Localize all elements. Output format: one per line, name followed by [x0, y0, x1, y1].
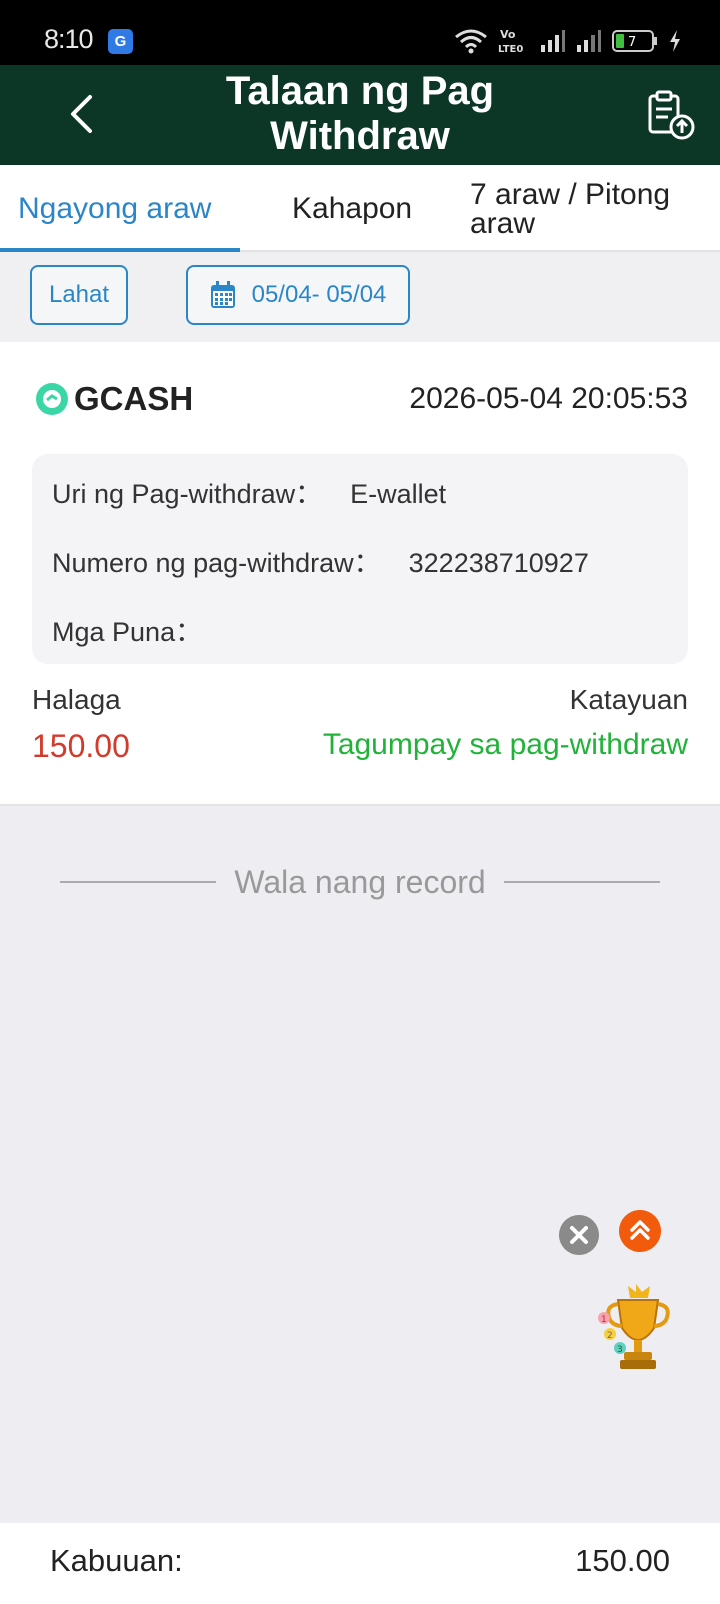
scroll-top-icon[interactable] [619, 1210, 661, 1252]
status-value: Tagumpay sa pag-withdraw [322, 728, 688, 761]
charging-icon [670, 30, 680, 52]
close-icon[interactable] [559, 1215, 599, 1255]
remarks-row: Mga Puna： [52, 610, 230, 649]
remarks-label: Mga Puna： [52, 617, 203, 647]
system-icons: Vo LTE0 7 [454, 25, 682, 57]
svg-text:7: 7 [628, 35, 636, 50]
withdraw-number-row: Numero ng pag-withdraw： 322238710927 [52, 541, 589, 580]
wifi-icon [455, 29, 487, 54]
withdraw-type-row: Uri ng Pag-withdraw： E-wallet [52, 472, 446, 511]
svg-text:LTE0: LTE0 [498, 44, 523, 55]
app-header: Talaan ng Pag Withdraw [0, 65, 720, 165]
withdraw-number-value: 322238710927 [408, 548, 589, 578]
withdraw-type-value: E-wallet [350, 479, 447, 509]
clipboard-upload-icon[interactable] [644, 89, 696, 141]
total-value: 150.00 [575, 1543, 670, 1578]
gcash-logo-icon [36, 383, 68, 415]
divider-right [503, 881, 661, 883]
svg-text:1: 1 [601, 1315, 607, 1325]
trophy-icon[interactable]: 1 2 3 [596, 1282, 678, 1372]
svg-text:Vo: Vo [500, 28, 516, 41]
record-datetime: 2026-05-04 20:05:53 [409, 382, 688, 415]
svg-text:2: 2 [607, 1331, 613, 1341]
signal-icon [541, 30, 565, 52]
tab-yesterday[interactable]: Kahapon [292, 165, 412, 252]
date-range-button[interactable]: 05/04- 05/04 [186, 265, 410, 325]
amount-label: Halaga [32, 684, 121, 715]
date-range-label: 05/04- 05/04 [251, 281, 387, 308]
filter-bar: Lahat 05/04- 05/04 [0, 252, 720, 342]
no-more-records: Wala nang record [60, 862, 661, 902]
tab-seven-days[interactable]: 7 araw / Pitong araw [470, 165, 700, 252]
divider-left [60, 881, 217, 883]
calendar-icon [210, 281, 235, 308]
status-time: 8:10 [44, 24, 94, 54]
total-bar: Kabuuan: 150.00 [0, 1523, 720, 1604]
withdraw-record-card[interactable]: GCASH 2026-05-04 20:05:53 Uri ng Pag-wit… [0, 342, 720, 806]
battery-icon: 7 [612, 30, 657, 52]
page-title: Talaan ng Pag Withdraw [225, 69, 495, 158]
all-filter-button[interactable]: Lahat [30, 265, 128, 325]
volte-icon: Vo LTE0 [498, 28, 523, 55]
date-tabs: Ngayong araw Kahapon 7 araw / Pitong ara… [0, 165, 720, 252]
status-label: Katayuan [569, 684, 688, 715]
tab-today[interactable]: Ngayong araw [18, 165, 211, 252]
no-more-records-text: Wala nang record [234, 863, 486, 900]
svg-text:3: 3 [617, 1345, 623, 1355]
g-app-icon: G [108, 29, 133, 54]
withdraw-number-label: Numero ng pag-withdraw： [52, 548, 381, 578]
provider: GCASH [36, 380, 193, 418]
total-label: Kabuuan: [50, 1543, 183, 1578]
withdraw-type-label: Uri ng Pag-withdraw： [52, 479, 323, 509]
provider-name: GCASH [74, 380, 194, 417]
signal-2-icon [577, 30, 601, 52]
status-bar: 8:10 G Vo LTE0 7 [0, 0, 720, 65]
amount-value: 150.00 [32, 728, 130, 764]
back-icon[interactable] [60, 89, 106, 139]
record-details: Uri ng Pag-withdraw： E-wallet Numero ng p… [32, 454, 688, 664]
all-filter-label: Lahat [48, 281, 110, 308]
